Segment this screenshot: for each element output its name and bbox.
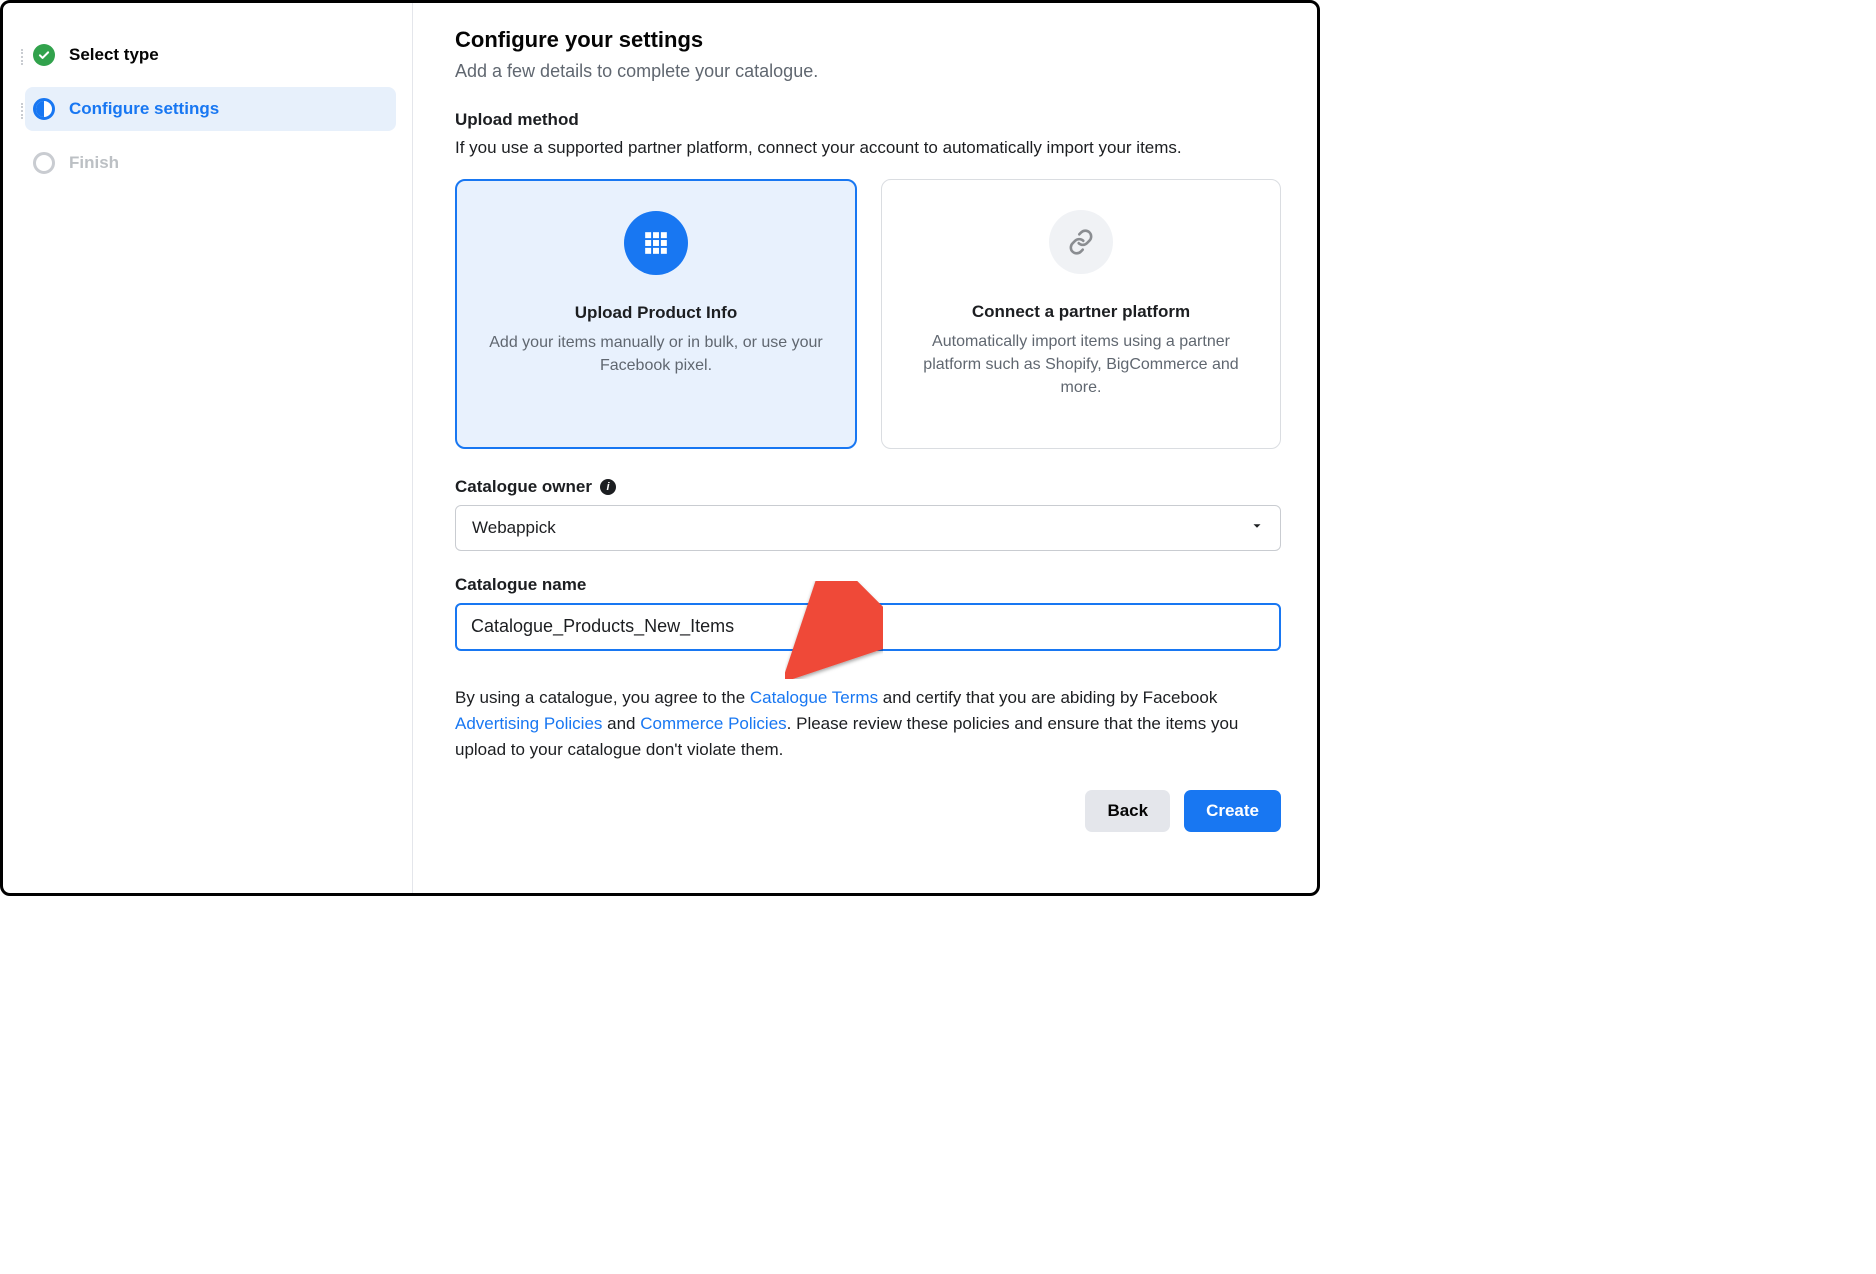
catalogue-name-label-row: Catalogue name [455, 575, 1281, 595]
app-frame: Select type Configure settings Finish Co… [0, 0, 1320, 896]
create-button[interactable]: Create [1184, 790, 1281, 832]
catalogue-name-input[interactable] [455, 603, 1281, 651]
check-circle-icon [33, 44, 55, 66]
wizard-step-label: Finish [69, 153, 119, 173]
catalogue-name-label: Catalogue name [455, 575, 586, 595]
card-upload-product-info[interactable]: Upload Product Info Add your items manua… [455, 179, 857, 449]
wizard-step-label: Configure settings [69, 99, 219, 119]
chevron-down-icon [1250, 518, 1264, 538]
wizard-step-configure-settings[interactable]: Configure settings [25, 87, 396, 131]
main-panel: Configure your settings Add a few detail… [413, 3, 1317, 893]
wizard-step-finish[interactable]: Finish [25, 141, 396, 185]
upload-method-description: If you use a supported partner platform,… [455, 136, 1281, 161]
catalogue-owner-select[interactable]: Webappick [455, 505, 1281, 551]
link-commerce-policies[interactable]: Commerce Policies [640, 714, 786, 733]
upload-method-cards: Upload Product Info Add your items manua… [455, 179, 1281, 449]
catalogue-owner-value: Webappick [472, 518, 556, 538]
step-connector [21, 49, 23, 65]
link-icon [1049, 210, 1113, 274]
terms-text: By using a catalogue, you agree to the C… [455, 685, 1281, 764]
wizard-step-label: Select type [69, 45, 159, 65]
card-connect-partner-platform[interactable]: Connect a partner platform Automatically… [881, 179, 1281, 449]
link-catalogue-terms[interactable]: Catalogue Terms [750, 688, 878, 707]
half-circle-icon [33, 98, 55, 120]
page-title: Configure your settings [455, 27, 1281, 53]
catalogue-owner-label: Catalogue owner [455, 477, 592, 497]
card-description: Automatically import items using a partn… [908, 330, 1254, 400]
wizard-sidebar: Select type Configure settings Finish [3, 3, 413, 893]
page-subtitle: Add a few details to complete your catal… [455, 61, 1281, 82]
grid-icon [624, 211, 688, 275]
card-title: Upload Product Info [575, 303, 737, 323]
card-title: Connect a partner platform [972, 302, 1190, 322]
footer-actions: Back Create [455, 790, 1281, 832]
card-description: Add your items manually or in bulk, or u… [483, 331, 829, 377]
info-icon[interactable]: i [600, 479, 616, 495]
wizard-step-select-type[interactable]: Select type [25, 33, 396, 77]
upload-method-heading: Upload method [455, 110, 1281, 130]
step-connector [21, 103, 23, 119]
link-advertising-policies[interactable]: Advertising Policies [455, 714, 602, 733]
back-button[interactable]: Back [1085, 790, 1170, 832]
catalogue-owner-label-row: Catalogue owner i [455, 477, 1281, 497]
empty-circle-icon [33, 152, 55, 174]
